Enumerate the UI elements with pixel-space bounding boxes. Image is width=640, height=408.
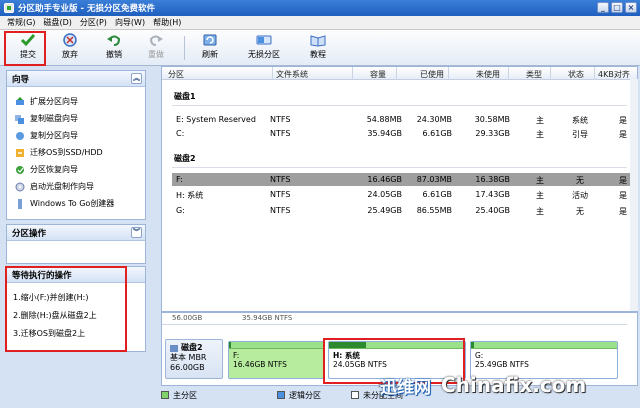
- title-bar: 分区助手专业版 - 无损分区免费软件 _ □ ×: [0, 0, 640, 16]
- extend-icon: [15, 96, 25, 107]
- col-used[interactable]: 已使用: [420, 69, 444, 80]
- col-capacity[interactable]: 容量: [370, 69, 386, 80]
- col-partition[interactable]: 分区: [168, 69, 184, 80]
- window-controls: _ □ ×: [597, 2, 637, 13]
- undo-icon: [106, 33, 122, 47]
- watermark: 迅维网 Chinafix.com: [380, 373, 587, 398]
- discard-button[interactable]: 放弃: [56, 33, 84, 63]
- table-row[interactable]: E: System Reserved NTFS 54.88MB 24.30MB …: [172, 113, 632, 126]
- wizard-item-copy-disk[interactable]: 复制磁盘向导: [7, 110, 145, 127]
- minimize-button[interactable]: _: [597, 2, 609, 13]
- disk-map-prev-row: 56.00GB 35.94GB NTFS: [162, 313, 627, 325]
- menu-help[interactable]: 帮助(H): [149, 17, 185, 28]
- partition-table: 分区 文件系统 容量 已使用 未使用 类型 状态 4KB对齐 磁盘1 E: Sy…: [161, 66, 638, 312]
- wizard-panel: 向导 ︽ 扩展分区向导 复制磁盘向导 复制分区向导 迁移OS到SSD/HDD 分…: [6, 70, 146, 220]
- app-icon: [4, 3, 14, 13]
- disk2-label: 磁盘2: [174, 154, 196, 163]
- toolbar-separator: [184, 36, 185, 60]
- vertical-scrollbar[interactable]: [630, 79, 638, 311]
- legend-item: 逻辑分区: [277, 390, 321, 401]
- table-row[interactable]: G: NTFS 25.49GB 86.55MB 25.40GB 主 无 是: [172, 204, 632, 217]
- tutorial-button[interactable]: 教程: [304, 33, 332, 63]
- wizard-item-recovery[interactable]: 分区恢复向导: [7, 161, 145, 178]
- legend-swatch: [161, 391, 169, 399]
- disk2-card[interactable]: 磁盘2 基本 MBR 66.00GB: [165, 339, 223, 379]
- redo-button[interactable]: 重做: [142, 33, 170, 63]
- wizard-item-extend[interactable]: 扩展分区向导: [7, 93, 145, 110]
- recovery-icon: [15, 165, 25, 175]
- table-row[interactable]: H: 系统 NTFS 24.05GB 6.61GB 17.43GB 主 活动 是: [172, 188, 632, 201]
- legend-swatch: [277, 391, 285, 399]
- collapse-down-icon[interactable]: ︾: [131, 227, 142, 238]
- table-row[interactable]: C: NTFS 35.94GB 6.61GB 29.33GB 主 引导 是: [172, 127, 632, 140]
- menu-wizard[interactable]: 向导(W): [111, 17, 149, 28]
- lossless-partition-button[interactable]: 无损分区: [244, 33, 284, 63]
- menu-disk[interactable]: 磁盘(D): [39, 17, 75, 28]
- partition-ops-header: 分区操作 ︾: [7, 225, 145, 241]
- wizard-item-copy-partition[interactable]: 复制分区向导: [7, 127, 145, 144]
- undo-button[interactable]: 撤销: [100, 33, 128, 63]
- table-row-selected[interactable]: F: NTFS 16.46GB 87.03MB 16.38GB 主 无 是: [172, 173, 632, 186]
- toolbar: 提交 放弃 撤销 重做 刷新 无损分区 教程: [0, 30, 640, 66]
- usb-icon: [15, 198, 25, 209]
- collapse-up-icon[interactable]: ︽: [131, 73, 142, 84]
- copy-disk-icon: [15, 114, 25, 124]
- usage-bar: [229, 342, 231, 348]
- menu-general[interactable]: 常规(G): [3, 17, 39, 28]
- partition-icon: [256, 33, 272, 47]
- col-free[interactable]: 未使用: [476, 69, 500, 80]
- tutorial-icon: [310, 33, 326, 47]
- highlight-commit: [4, 31, 46, 66]
- usage-bar: [471, 342, 474, 348]
- legend-swatch: [351, 391, 359, 399]
- col-type[interactable]: 类型: [526, 69, 542, 80]
- refresh-icon: [202, 33, 218, 47]
- highlight-pending: [5, 266, 127, 352]
- migrate-icon: [15, 148, 25, 158]
- wizard-item-migrate-os[interactable]: 迁移OS到SSD/HDD: [7, 144, 145, 161]
- wizard-panel-header: 向导 ︽: [7, 71, 145, 87]
- legend-item: 主分区: [161, 390, 197, 401]
- discard-icon: [62, 33, 78, 47]
- partition-ops-panel: 分区操作 ︾: [6, 224, 146, 264]
- disk-icon: [170, 344, 178, 352]
- window-title: 分区助手专业版 - 无损分区免费软件: [18, 4, 155, 14]
- copy-partition-icon: [15, 131, 25, 141]
- close-button[interactable]: ×: [625, 2, 637, 13]
- disc-icon: [15, 182, 25, 192]
- wizard-item-windows-to-go[interactable]: Windows To Go创建器: [7, 195, 145, 212]
- wizard-item-bootcd[interactable]: 启动光盘制作向导: [7, 178, 145, 195]
- refresh-button[interactable]: 刷新: [196, 33, 224, 63]
- menu-bar: 常规(G) 磁盘(D) 分区(P) 向导(W) 帮助(H): [0, 16, 640, 30]
- col-filesystem[interactable]: 文件系统: [276, 69, 308, 80]
- partition-block-f[interactable]: F: 16.46GB NTFS: [228, 341, 324, 379]
- maximize-button[interactable]: □: [611, 2, 623, 13]
- menu-partition[interactable]: 分区(P): [76, 17, 111, 28]
- table-header: 分区 文件系统 容量 已使用 未使用 类型 状态 4KB对齐: [162, 67, 637, 80]
- col-status[interactable]: 状态: [568, 69, 584, 80]
- col-4k-align[interactable]: 4KB对齐: [598, 69, 630, 80]
- redo-icon: [148, 33, 164, 47]
- disk1-label: 磁盘1: [174, 92, 196, 101]
